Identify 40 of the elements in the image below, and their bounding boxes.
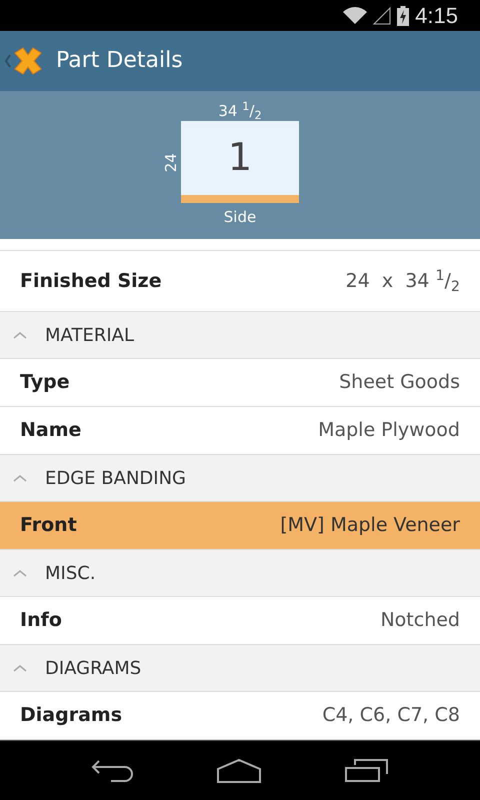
detail-row[interactable]: Front [MV] Maple Veneer [0, 502, 480, 550]
section-title: MISC. [45, 562, 96, 586]
chevron-up-icon [12, 568, 28, 578]
back-icon[interactable] [91, 758, 134, 783]
section-header[interactable]: DIAGRAMS [0, 645, 480, 692]
row-value: 24 x 34 $^{1}$/$_{2}$ [346, 267, 460, 296]
part-number: 1 [226, 134, 254, 182]
section-title: EDGE BANDING [45, 466, 186, 491]
section-header[interactable]: MISC. [0, 550, 480, 598]
row-label: Type [20, 370, 70, 396]
row-label: Finished Size [20, 269, 162, 294]
row-value: C4, C6, C7, C8 [322, 703, 460, 728]
row-value: Notched [380, 608, 460, 634]
chevron-up-icon [12, 663, 28, 674]
battery-icon [397, 6, 410, 26]
row-value: [MV] Maple Veneer [280, 513, 460, 538]
back-icon [4, 52, 12, 69]
row-label: Info [20, 608, 62, 634]
home-icon[interactable] [216, 758, 262, 783]
app-logo-icon [14, 46, 42, 75]
row-label: Name [20, 418, 82, 444]
clock: 4:15 [415, 2, 458, 30]
signal-icon [373, 6, 392, 24]
row-label: Front [20, 513, 77, 538]
row-value: Maple Plywood [318, 418, 460, 444]
section-title: MATERIAL [45, 324, 134, 348]
width-dimension: 34 $^{1}$/$_{2}$ [218, 100, 262, 121]
section-header[interactable]: MATERIAL [0, 312, 480, 360]
row-value: Sheet Goods [339, 370, 460, 396]
section-header[interactable]: EDGE BANDING [0, 455, 480, 502]
height-dimension: 24 [160, 152, 181, 172]
recent-apps-icon[interactable] [344, 758, 389, 783]
back-button[interactable] [4, 46, 42, 75]
section-title: DIAGRAMS [45, 656, 142, 681]
part-caption: Side [224, 206, 256, 228]
wifi-icon [343, 6, 368, 24]
screen-title: Part Details [56, 47, 183, 76]
chevron-up-icon [12, 330, 28, 340]
chevron-up-icon [12, 473, 28, 484]
row-label: Diagrams [20, 703, 122, 728]
